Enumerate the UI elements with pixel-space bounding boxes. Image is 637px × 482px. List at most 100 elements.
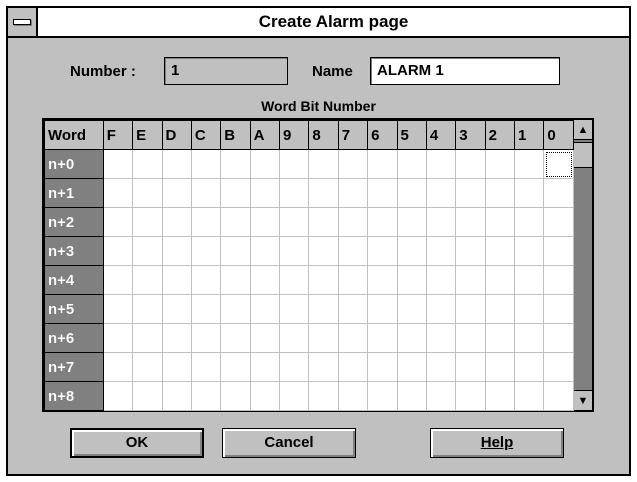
bit-cell[interactable] bbox=[337, 178, 369, 208]
bit-cell[interactable] bbox=[514, 381, 545, 411]
bit-cell[interactable] bbox=[484, 178, 516, 208]
scroll-up-button[interactable]: ▲ bbox=[574, 120, 592, 140]
bit-cell[interactable] bbox=[514, 207, 545, 237]
bit-cell[interactable] bbox=[308, 381, 339, 411]
bit-cell[interactable] bbox=[279, 352, 310, 382]
bit-cell[interactable] bbox=[514, 294, 545, 324]
bit-cell[interactable] bbox=[484, 207, 516, 237]
bit-cell[interactable] bbox=[425, 352, 457, 382]
bit-cell[interactable] bbox=[279, 149, 310, 179]
bit-cell[interactable] bbox=[425, 178, 457, 208]
bit-cell[interactable] bbox=[190, 294, 222, 324]
bit-cell[interactable] bbox=[190, 178, 222, 208]
bit-cell[interactable] bbox=[396, 149, 427, 179]
bit-cell[interactable] bbox=[367, 265, 398, 295]
bit-cell[interactable] bbox=[425, 207, 457, 237]
bit-cell[interactable] bbox=[161, 381, 192, 411]
bit-cell[interactable] bbox=[279, 178, 310, 208]
bit-cell[interactable] bbox=[396, 207, 427, 237]
bit-cell[interactable] bbox=[102, 149, 134, 179]
bit-cell[interactable] bbox=[220, 236, 251, 266]
bit-cell[interactable] bbox=[249, 323, 281, 353]
bit-cell[interactable] bbox=[132, 207, 163, 237]
bit-cell[interactable] bbox=[102, 352, 134, 382]
bit-cell[interactable] bbox=[249, 381, 281, 411]
bit-cell[interactable] bbox=[132, 381, 163, 411]
bit-cell[interactable] bbox=[161, 178, 192, 208]
bit-cell[interactable] bbox=[425, 381, 457, 411]
bit-cell[interactable] bbox=[220, 207, 251, 237]
bit-cell[interactable] bbox=[190, 265, 222, 295]
bit-cell[interactable] bbox=[543, 294, 574, 324]
bit-cell[interactable] bbox=[367, 178, 398, 208]
bit-cell[interactable] bbox=[367, 294, 398, 324]
bit-cell[interactable] bbox=[190, 381, 222, 411]
scroll-thumb[interactable] bbox=[574, 142, 592, 168]
name-input[interactable]: ALARM 1 bbox=[370, 57, 560, 85]
bit-cell[interactable] bbox=[132, 265, 163, 295]
bit-cell[interactable] bbox=[337, 294, 369, 324]
bit-cell[interactable] bbox=[455, 149, 486, 179]
number-field[interactable]: 1 bbox=[164, 57, 288, 85]
bit-cell[interactable] bbox=[396, 236, 427, 266]
bit-cell[interactable] bbox=[249, 236, 281, 266]
bit-cell[interactable] bbox=[337, 323, 369, 353]
bit-cell[interactable] bbox=[132, 352, 163, 382]
bit-cell[interactable] bbox=[337, 207, 369, 237]
bit-cell[interactable] bbox=[308, 323, 339, 353]
bit-cell[interactable] bbox=[425, 236, 457, 266]
bit-cell[interactable] bbox=[132, 178, 163, 208]
bit-cell[interactable] bbox=[161, 207, 192, 237]
bit-cell[interactable] bbox=[220, 381, 251, 411]
bit-cell[interactable] bbox=[308, 178, 339, 208]
bit-cell[interactable] bbox=[220, 178, 251, 208]
bit-cell[interactable] bbox=[484, 149, 516, 179]
vertical-scrollbar[interactable]: ▲ ▼ bbox=[574, 118, 594, 412]
bit-cell[interactable] bbox=[484, 381, 516, 411]
bit-cell[interactable] bbox=[161, 323, 192, 353]
bit-cell[interactable] bbox=[337, 381, 369, 411]
scroll-down-button[interactable]: ▼ bbox=[574, 390, 592, 410]
bit-cell[interactable] bbox=[396, 323, 427, 353]
bit-cell[interactable] bbox=[220, 149, 251, 179]
bit-cell[interactable] bbox=[455, 294, 486, 324]
bit-cell[interactable] bbox=[249, 294, 281, 324]
bit-cell[interactable] bbox=[484, 265, 516, 295]
bit-cell[interactable] bbox=[220, 352, 251, 382]
bit-cell[interactable] bbox=[455, 207, 486, 237]
bit-cell[interactable] bbox=[132, 149, 163, 179]
ok-button[interactable]: OK bbox=[70, 428, 204, 458]
bit-cell[interactable] bbox=[308, 207, 339, 237]
bit-cell[interactable] bbox=[220, 265, 251, 295]
bit-cell[interactable] bbox=[396, 352, 427, 382]
bit-cell[interactable] bbox=[279, 265, 310, 295]
bit-cell[interactable] bbox=[337, 149, 369, 179]
bit-cell[interactable] bbox=[396, 178, 427, 208]
bit-cell[interactable] bbox=[279, 381, 310, 411]
bit-cell[interactable] bbox=[279, 236, 310, 266]
bit-cell[interactable] bbox=[249, 207, 281, 237]
bit-cell[interactable] bbox=[132, 294, 163, 324]
bit-cell[interactable] bbox=[484, 352, 516, 382]
bit-cell[interactable] bbox=[425, 294, 457, 324]
bit-cell[interactable] bbox=[514, 236, 545, 266]
bit-cell[interactable] bbox=[543, 265, 574, 295]
bit-cell[interactable] bbox=[132, 323, 163, 353]
bit-cell[interactable] bbox=[484, 236, 516, 266]
bit-cell[interactable] bbox=[220, 294, 251, 324]
bit-cell[interactable] bbox=[484, 294, 516, 324]
bit-cell[interactable] bbox=[308, 236, 339, 266]
bit-cell[interactable] bbox=[543, 236, 574, 266]
bit-cell[interactable] bbox=[161, 236, 192, 266]
system-menu-button[interactable] bbox=[8, 8, 38, 36]
bit-cell[interactable] bbox=[514, 323, 545, 353]
bit-cell[interactable] bbox=[543, 352, 574, 382]
bit-cell[interactable] bbox=[161, 294, 192, 324]
bit-cell[interactable] bbox=[249, 265, 281, 295]
bit-cell[interactable] bbox=[132, 236, 163, 266]
bit-cell[interactable] bbox=[543, 178, 574, 208]
bit-cell[interactable] bbox=[455, 323, 486, 353]
bit-cell[interactable] bbox=[455, 236, 486, 266]
bit-cell[interactable] bbox=[102, 323, 134, 353]
bit-cell[interactable] bbox=[367, 207, 398, 237]
